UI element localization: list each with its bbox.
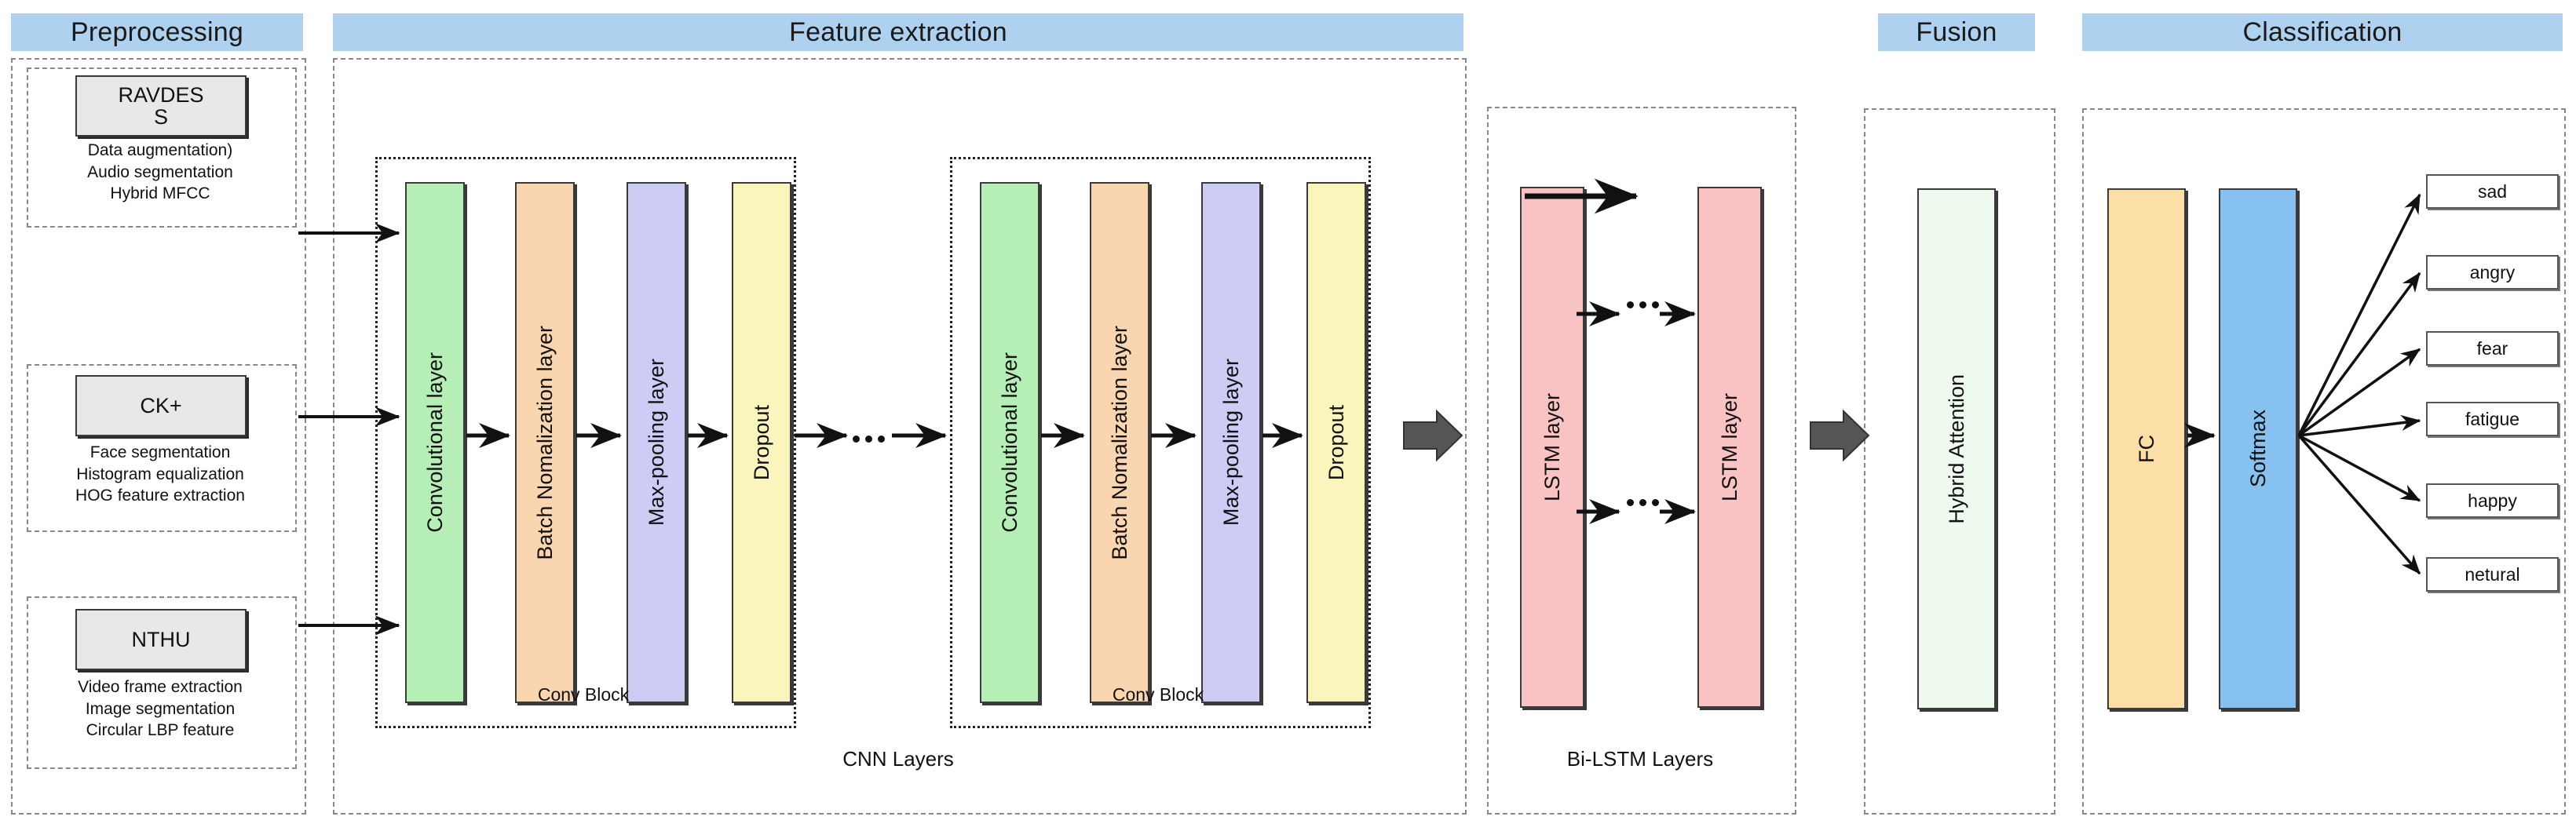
- classification-fc-block: FC: [2107, 188, 2186, 709]
- dataset-ravdess-step-1: Data augmentation): [87, 141, 233, 159]
- output-class-netural: netural: [2426, 557, 2559, 592]
- output-class-fatigue-label: fatigue: [2465, 408, 2520, 429]
- dataset-nthu-step-2: Image segmentation: [85, 699, 236, 718]
- bilstm-layer-2: LSTM layer: [1697, 187, 1762, 708]
- cnn-b2-batchnorm-layer: Batch Nomalization layer: [1090, 182, 1149, 703]
- classification-softmax-block: Softmax: [2219, 188, 2297, 709]
- fusion-hybrid-attention-label: Hybrid Attention: [1944, 374, 1968, 524]
- header-feature-extraction: Feature extraction: [333, 13, 1463, 51]
- output-class-fear-label: fear: [2476, 337, 2508, 359]
- output-class-fear: fear: [2426, 331, 2559, 366]
- header-classification-label: Classification: [2242, 16, 2402, 47]
- output-class-sad: sad: [2426, 174, 2559, 209]
- cnn-b1-maxpool-layer-label: Max-pooling layer: [644, 359, 668, 527]
- diagram-canvas: Preprocessing Feature extraction Fusion …: [0, 0, 2576, 831]
- classification-fc-label: FC: [2134, 435, 2158, 463]
- dataset-steps-ravdess: Data augmentation) Audio segmentation Hy…: [27, 140, 294, 205]
- dataset-nthu-step-1: Video frame extraction: [78, 678, 243, 696]
- bilstm-ellipsis-dots-bottom: [1627, 499, 1659, 506]
- dataset-steps-ckplus: Face segmentation Histogram equalization…: [27, 442, 294, 507]
- output-class-netural-label: netural: [2465, 563, 2520, 585]
- cnn-b1-batchnorm-layer-label: Batch Nomalization layer: [532, 325, 557, 560]
- cnn-ellipsis-dots: [853, 436, 885, 443]
- header-feature-extraction-label: Feature extraction: [789, 16, 1007, 47]
- conv-block-1-label: Conv Block: [537, 684, 630, 705]
- header-fusion: Fusion: [1878, 13, 2035, 51]
- bilstm-group-label: Bi-LSTM Layers: [1566, 747, 1714, 771]
- dataset-ravdess-step-2: Audio segmentation: [87, 162, 233, 181]
- cnn-b2-dropout-layer: Dropout: [1306, 182, 1366, 703]
- cnn-group-label: CNN Layers: [842, 747, 954, 771]
- dataset-ravdess-name-line1: RAVDES: [118, 82, 204, 107]
- cnn-b2-batchnorm-layer-label: Batch Nomalization layer: [1107, 325, 1131, 560]
- cnn-b1-batchnorm-layer: Batch Nomalization layer: [515, 182, 575, 703]
- dataset-steps-nthu: Video frame extraction Image segmentatio…: [27, 676, 294, 742]
- dataset-box-ckplus: CK+: [75, 375, 247, 436]
- dataset-ckplus-step-1: Face segmentation: [90, 443, 231, 461]
- cnn-b1-dropout-layer: Dropout: [732, 182, 791, 703]
- dataset-box-ravdess: RAVDES S: [75, 75, 247, 137]
- bilstm-ellipsis-dots-top: [1627, 301, 1659, 308]
- output-class-sad-label: sad: [2477, 180, 2508, 202]
- cnn-b2-maxpool-layer-label: Max-pooling layer: [1219, 359, 1243, 527]
- dataset-nthu-name: NTHU: [131, 627, 191, 651]
- output-class-angry-label: angry: [2469, 261, 2516, 282]
- output-class-angry: angry: [2426, 255, 2559, 290]
- cnn-b1-conv-layer-label: Convolutional layer: [422, 352, 447, 533]
- bilstm-layer-2-label: LSTM layer: [1717, 392, 1741, 502]
- dataset-ckplus-step-2: Histogram equalization: [76, 465, 244, 483]
- bilstm-layer-1: LSTM layer: [1520, 187, 1584, 708]
- bilstm-layer-1-label: LSTM layer: [1540, 392, 1564, 502]
- cnn-b2-maxpool-layer: Max-pooling layer: [1201, 182, 1261, 703]
- fusion-hybrid-attention-block: Hybrid Attention: [1917, 188, 1996, 709]
- header-preprocessing: Preprocessing: [11, 13, 303, 51]
- output-class-happy-label: happy: [2468, 490, 2517, 511]
- cnn-b2-conv-layer-label: Convolutional layer: [997, 352, 1021, 533]
- dataset-ckplus-step-3: HOG feature extraction: [75, 487, 245, 505]
- header-preprocessing-label: Preprocessing: [71, 16, 243, 47]
- dataset-ckplus-name: CK+: [140, 393, 182, 417]
- cnn-b1-dropout-layer-label: Dropout: [749, 404, 773, 481]
- dataset-box-nthu: NTHU: [75, 609, 247, 670]
- conv-block-2-label: Conv Block: [1112, 684, 1204, 705]
- output-class-fatigue: fatigue: [2426, 402, 2559, 436]
- header-classification: Classification: [2082, 13, 2563, 51]
- cnn-b2-dropout-layer-label: Dropout: [1324, 404, 1348, 481]
- classification-softmax-label: Softmax: [2245, 410, 2270, 488]
- cnn-b1-maxpool-layer: Max-pooling layer: [627, 182, 686, 703]
- output-class-happy: happy: [2426, 483, 2559, 518]
- dataset-nthu-step-3: Circular LBP feature: [86, 721, 235, 740]
- header-fusion-label: Fusion: [1916, 16, 1997, 47]
- dataset-ravdess-step-3: Hybrid MFCC: [110, 184, 210, 203]
- dataset-ravdess-name-line2: S: [153, 105, 168, 129]
- cnn-b2-conv-layer: Convolutional layer: [980, 182, 1040, 703]
- cnn-b1-conv-layer: Convolutional layer: [405, 182, 465, 703]
